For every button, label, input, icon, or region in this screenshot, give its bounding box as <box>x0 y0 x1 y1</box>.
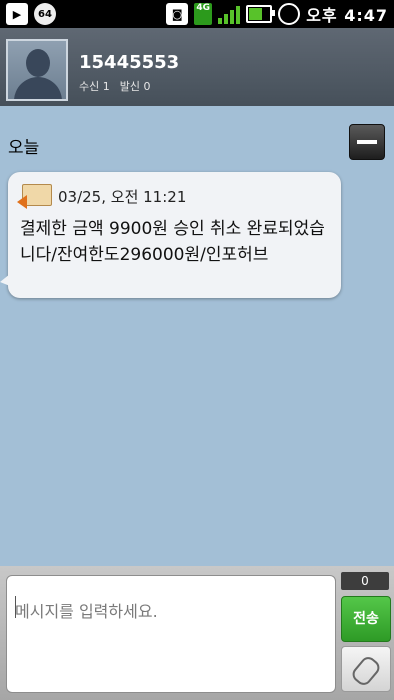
camera-icon: ◙ <box>166 3 189 25</box>
avatar[interactable] <box>6 39 68 101</box>
avatar-head <box>26 49 50 77</box>
input-placeholder: 메시지를 입력하세요. <box>15 602 158 621</box>
paperclip-icon <box>349 653 383 689</box>
sent-count: 발신 0 <box>119 80 151 93</box>
incoming-arrow-icon <box>17 195 27 209</box>
attach-button[interactable] <box>341 646 391 692</box>
battery-icon <box>246 5 276 23</box>
signal-icon <box>218 4 241 24</box>
message-input[interactable]: 메시지를 입력하세요. <box>6 575 336 693</box>
received-count: 수신 1 <box>79 80 110 93</box>
contact-header[interactable]: 15445553 수신 1 발신 0 <box>0 28 394 106</box>
message-body: 결제한 금액 9900원 승인 취소 완료되었습니다/잔여한도296000원/인… <box>20 219 325 265</box>
message-timestamp: 03/25, 오전 11:21 <box>58 188 187 206</box>
media-icon: ▶ <box>6 3 28 25</box>
message-bubble[interactable]: 03/25, 오전 11:21 결제한 금액 9900원 승인 취소 완료되었습… <box>0 172 341 298</box>
minus-icon <box>357 140 377 144</box>
collapse-button[interactable] <box>349 124 385 160</box>
4g-icon: 4G <box>194 3 213 25</box>
contact-counts: 수신 1 발신 0 <box>79 78 151 94</box>
send-button[interactable]: 전송 <box>341 596 391 642</box>
avatar-shoulders <box>14 77 62 99</box>
paw-64-icon: 64 <box>34 3 56 25</box>
status-bar: ▶ 64 ◙ 4G 오후 4:47 <box>0 0 394 28</box>
status-time: 오후 4:47 <box>306 6 388 25</box>
alarm-icon <box>278 3 301 25</box>
envelope-icon <box>17 184 52 209</box>
date-separator: 오늘 <box>8 138 40 158</box>
contact-number: 15445553 <box>79 52 180 73</box>
char-counter: 0 <box>341 572 389 590</box>
composer-bar: 메시지를 입력하세요. <box>0 566 394 700</box>
